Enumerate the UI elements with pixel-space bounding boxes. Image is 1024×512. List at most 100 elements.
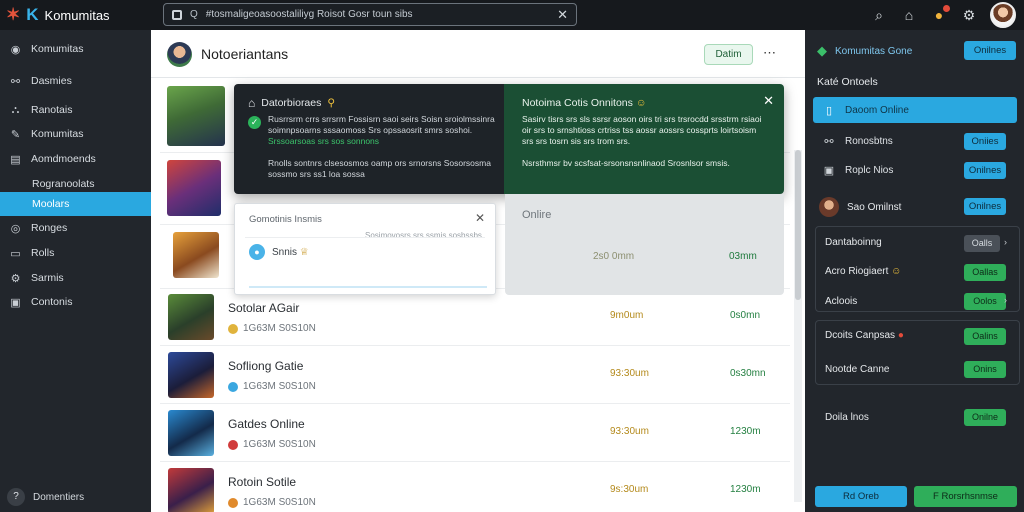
sidebar-item-contonis[interactable]: ▣ Contonis	[0, 290, 151, 314]
tool-icon: ✎	[10, 128, 21, 141]
card-item[interactable]: Snnis ♕	[272, 247, 309, 258]
online-button[interactable]: Onilnes	[964, 162, 1006, 179]
game-thumbnail[interactable]	[167, 160, 221, 216]
game-thumbnail[interactable]	[173, 232, 219, 278]
game-thumbnail[interactable]	[167, 86, 225, 146]
popup-left-text-2: Rnolls sontnrs clsesosmos oamp ors srnor…	[268, 158, 491, 179]
group-item-label: Dantaboinng	[825, 237, 882, 248]
sidebar-item-komumitas[interactable]: ◉ Komumitas	[0, 37, 151, 61]
status-dot	[228, 323, 238, 334]
status-button[interactable]: Onilne	[964, 409, 1006, 426]
sidebar-help[interactable]: ? Domentiers	[7, 488, 84, 506]
pin-icon: ⚲	[327, 97, 336, 109]
popup-right-title: Notoima Cotis Onnitons	[522, 97, 633, 109]
table-row[interactable]: Sofliong Gatie 1G63M S0S10N 93:30um 0s30…	[160, 346, 790, 404]
popup-left-highlight: Srssoarsoas srs sos sonnons	[268, 136, 380, 146]
footer-secondary-button[interactable]: F Rorsrhsnmse	[914, 486, 1017, 507]
home-icon: ⌂	[248, 96, 256, 110]
tab-icon	[172, 9, 182, 20]
sidebar-item-rolls[interactable]: ▭ Rolls	[0, 241, 151, 265]
status-dot	[228, 497, 238, 508]
status-button[interactable]: Oalls	[964, 235, 1000, 252]
info-card: Gomotinis Insmis ✕ Sosimovosrs srs ssmis…	[234, 203, 496, 295]
popup-right-text: Sasirv tisrs srs sls ssrsr aoson oirs tr…	[522, 114, 762, 146]
row-title: Gatdes Online	[228, 417, 305, 431]
scrollbar[interactable]	[794, 150, 802, 502]
status-button[interactable]: Oolos	[964, 293, 1006, 310]
sidebar-subitem-moolars[interactable]: Moolars	[0, 192, 151, 216]
trophy-icon: ♕	[299, 247, 309, 258]
sidebar-item-dasmies[interactable]: ⚯ Dasmies	[0, 69, 151, 93]
close-icon[interactable]: ✕	[557, 7, 568, 23]
avatar[interactable]	[990, 2, 1016, 28]
footer-primary-button[interactable]: Rd Oreb	[815, 486, 907, 507]
gear-icon[interactable]: ⚙	[960, 7, 978, 24]
top-bar: ✶ K Komumitas Q ✕ ⌕ ⌂ ● ⚙	[0, 0, 1024, 30]
sidebar-item-ronges[interactable]: ◎ Ronges	[0, 216, 151, 240]
star-logo-icon: ✶	[6, 5, 21, 24]
sidebar-item-label: Komumitas	[31, 43, 84, 55]
link-icon: ⚯	[824, 135, 834, 148]
emoji-icon: ☺	[635, 97, 647, 109]
sidebar-item-sarmis[interactable]: ⚙ Sarmis	[0, 266, 151, 290]
chevron-right-icon[interactable]: ›	[1004, 295, 1007, 305]
sidebar-item-label: Moolars	[32, 198, 70, 210]
logo-icon: ◆	[817, 43, 827, 58]
status-button[interactable]: Oallas	[964, 264, 1006, 281]
row-title: Rotoin Sotile	[228, 475, 297, 489]
close-icon[interactable]: ✕	[763, 93, 774, 109]
right-panel-title: Komumitas Gone	[835, 45, 913, 57]
popup-right-title-row: Notoima Cotis Onnitons ☺	[522, 97, 647, 109]
sidebar-item-label: Ranotais	[31, 104, 73, 116]
scrollbar-thumb[interactable]	[795, 150, 801, 300]
status-button[interactable]: Oalins	[964, 328, 1006, 345]
search-icon[interactable]: ⌕	[870, 7, 888, 24]
online-button[interactable]: Oniies	[964, 133, 1006, 150]
avatar[interactable]	[167, 42, 192, 67]
divider	[245, 237, 485, 238]
search-input[interactable]	[205, 9, 550, 20]
card-title: Gomotinis Insmis	[249, 214, 322, 225]
table-row[interactable]: Sotolar AGair 1G63M S0S10N 9m0um 0s0mn	[160, 288, 790, 346]
online-button[interactable]: Onilnes	[964, 198, 1006, 215]
chevron-right-icon[interactable]: ›	[1004, 237, 1007, 247]
notification-icon[interactable]: ●	[930, 5, 950, 23]
brand[interactable]: ✶ K Komumitas	[6, 4, 110, 26]
header-button[interactable]: Datim	[704, 44, 753, 65]
popup-left-title: Datorbioraes	[261, 97, 322, 109]
tablet-icon: ▯	[825, 104, 833, 117]
close-icon[interactable]: ✕	[475, 211, 485, 225]
status-button[interactable]: Onins	[964, 361, 1006, 378]
popup-left-line: Rusrrsrm crrs srrsrm Fossisrn saoi seirs…	[268, 114, 495, 135]
sidebar-item-aomdmoends[interactable]: ▤ Aomdmoends	[0, 147, 151, 171]
status-panel: Onlire 2s0 0mm 03mm	[505, 194, 784, 295]
sidebar-item-label: Dasmies	[31, 75, 72, 87]
card-subtitle: Sosimovosrs srs ssmis sosbssbs	[365, 231, 482, 240]
row-subtitle-text: 1G63M S0S10N	[243, 323, 316, 334]
sidebar-item-label: Rolls	[31, 247, 55, 259]
avatar[interactable]	[819, 197, 839, 217]
online-button[interactable]: Onilnes	[964, 41, 1016, 60]
k-logo-icon: K	[26, 5, 39, 24]
emoji-icon: ☺	[891, 266, 902, 277]
more-icon[interactable]: ⋯	[763, 45, 777, 61]
table-row[interactable]: Rotoin Sotile 1G63M S0S10N 9s:30um 1230m	[160, 462, 790, 512]
group-item-text: Dcoits Canpsas	[825, 330, 896, 341]
sidebar-item-komumitas-2[interactable]: ✎ Komumitas	[0, 122, 151, 146]
sidebar-item-ranotais[interactable]: ⛬ Ranotais	[0, 98, 151, 122]
sidebar-item-label: Contonis	[31, 296, 73, 308]
row-subtitle: 1G63M S0S10N	[228, 323, 316, 334]
network-icon: ⛬	[11, 103, 20, 116]
sidebar-item-label: Sarmis	[31, 272, 64, 284]
section-title: Katé Ontoels	[817, 76, 878, 88]
row-subtitle: 1G63M S0S10N	[228, 497, 316, 508]
search-bar[interactable]: Q ✕	[163, 3, 577, 26]
home-icon: ◉	[10, 43, 21, 56]
user-label: Sao Omilnst	[847, 202, 902, 213]
link-icon: ⚯	[10, 75, 21, 88]
card-icon: ▣	[823, 164, 835, 177]
table-row[interactable]: Gatdes Online 1G63M S0S10N 93:30um 1230m	[160, 404, 790, 462]
home-icon[interactable]: ⌂	[900, 7, 918, 23]
group-item-label: Acloois	[825, 296, 858, 307]
contact-item-active[interactable]: ▯ Daoom Online	[813, 97, 1017, 123]
